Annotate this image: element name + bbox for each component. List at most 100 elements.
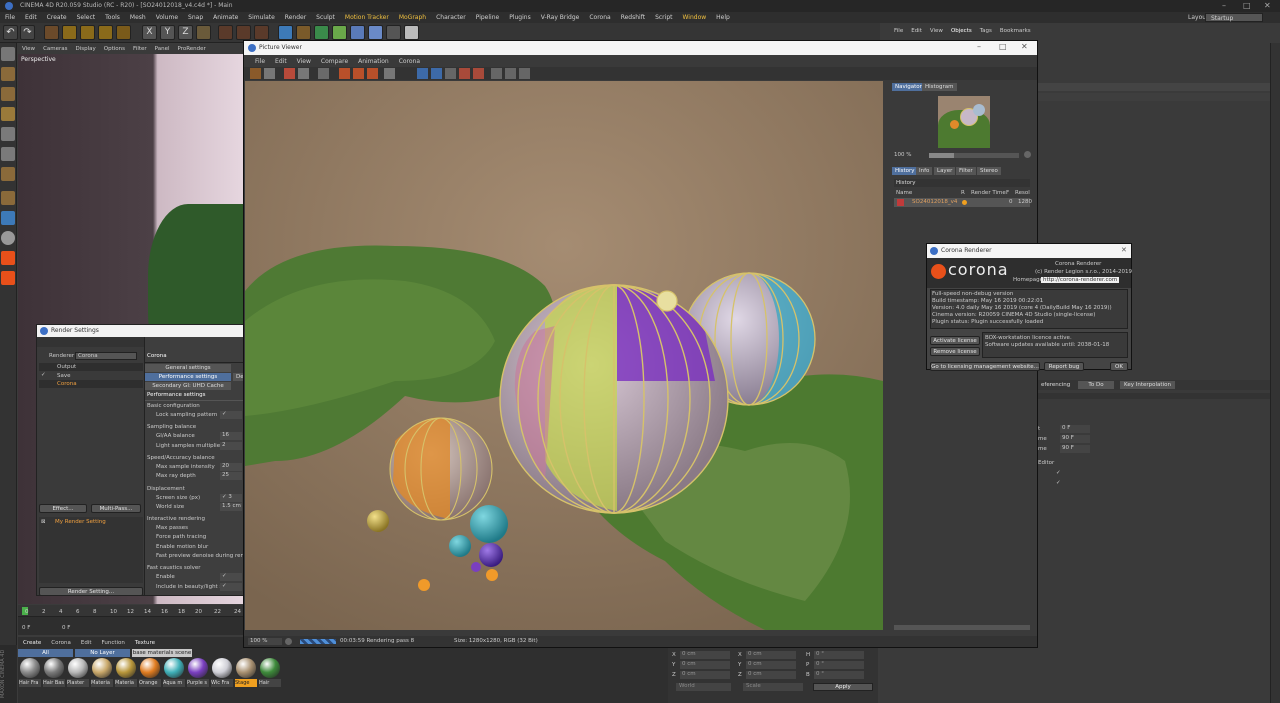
fit-view-icon[interactable] [417, 68, 428, 79]
layout-split-icon[interactable] [505, 68, 516, 79]
remove-license-button[interactable]: Remove license [930, 347, 980, 356]
render-setting-button[interactable]: Render Setting... [39, 587, 143, 596]
material-swatch[interactable]: Aqua m [163, 657, 185, 687]
redo-icon[interactable]: ↷ [20, 25, 35, 40]
edges-mode-icon[interactable] [1, 147, 15, 161]
om-menu-edit[interactable]: Edit [907, 28, 926, 34]
multipass-button[interactable]: Multi-Pass... [91, 504, 141, 513]
open-icon[interactable] [250, 68, 261, 79]
setting-value-field[interactable]: 2 [220, 441, 242, 450]
attr-field-start[interactable]: 0 F [1060, 425, 1090, 433]
menu-mograph[interactable]: MoGraph [394, 12, 431, 23]
material-swatch[interactable]: Purple s [187, 657, 209, 687]
save-icon[interactable] [264, 68, 275, 79]
material-swatch[interactable]: Wic Fra [211, 657, 233, 687]
camera-icon[interactable] [386, 25, 401, 40]
material-swatch[interactable]: Hair [259, 657, 281, 687]
history-scrollbar[interactable] [894, 625, 1030, 630]
menu-simulate[interactable]: Simulate [243, 12, 280, 23]
menu-sculpt[interactable]: Sculpt [311, 12, 340, 23]
save-checkbox[interactable]: ✓ [41, 372, 46, 378]
history-row[interactable]: SO24012018_v4 0 1280 [894, 198, 1032, 207]
activate-license-button[interactable]: Activate license [930, 336, 980, 345]
edit-render-settings-icon[interactable] [254, 25, 269, 40]
setting-value-field[interactable]: ✓ 3 [220, 493, 242, 502]
menu-pipeline[interactable]: Pipeline [471, 12, 504, 23]
tab-layer[interactable]: Layer [934, 167, 956, 175]
pen-icon[interactable] [296, 25, 311, 40]
pv-menu-corona[interactable]: Corona [394, 56, 425, 67]
minimize-icon[interactable]: – [1222, 1, 1226, 10]
pv-menu-file[interactable]: File [250, 56, 270, 67]
subdivision-icon[interactable] [314, 25, 329, 40]
timeline[interactable]: 0 2 4 6 8 10 12 14 16 18 20 22 24 0 F 0 … [18, 605, 244, 635]
channel-icon[interactable] [459, 68, 470, 79]
viewport-menu-filter[interactable]: Filter [129, 44, 151, 54]
coord-pos-z-field[interactable]: 0 cm [680, 671, 730, 679]
maximize-icon[interactable]: □ [1243, 1, 1251, 10]
coord-pos-x-field[interactable]: 0 cm [680, 651, 730, 659]
menu-help[interactable]: Help [711, 12, 735, 23]
menu-tools[interactable]: Tools [100, 12, 125, 23]
y-axis-icon[interactable]: Y [160, 25, 175, 40]
menu-plugins[interactable]: Plugins [504, 12, 536, 23]
navigator-zoom-step-icon[interactable] [1024, 151, 1031, 158]
attr-tab-referencing[interactable]: eferencing [1038, 381, 1073, 389]
ok-button[interactable]: OK [1110, 362, 1128, 371]
preset-checkbox[interactable]: ⊠ [41, 519, 46, 525]
menu-vray-bridge[interactable]: V-Ray Bridge [536, 12, 585, 23]
menu-animate[interactable]: Animate [208, 12, 243, 23]
region-icon[interactable] [318, 68, 329, 79]
om-menu-tags[interactable]: Tags [976, 28, 996, 34]
object-row[interactable] [1038, 83, 1270, 91]
viewport-menu-options[interactable]: Options [100, 44, 129, 54]
renderer-dropdown[interactable]: Corona [75, 352, 137, 360]
setting-value-field[interactable]: 1.5 cm [220, 502, 242, 511]
apply-button[interactable]: Apply [813, 683, 873, 691]
attr-checkbox[interactable]: ✓ [1056, 470, 1061, 476]
ipr-start-icon[interactable] [339, 68, 350, 79]
object-row[interactable] [1038, 93, 1270, 101]
layout-dropdown[interactable]: Startup [1205, 13, 1263, 22]
viewport-menu-cameras[interactable]: Cameras [39, 44, 71, 54]
coord-size-y-field[interactable]: 0 cm [746, 661, 796, 669]
report-bug-button[interactable]: Report bug [1044, 362, 1084, 371]
close-icon[interactable]: ✕ [1264, 1, 1271, 10]
tree-output[interactable]: Output [57, 364, 76, 370]
tab-history[interactable]: History [892, 167, 918, 175]
layout-quad-icon[interactable] [519, 68, 530, 79]
om-menu-file[interactable]: File [890, 28, 907, 34]
filter-all[interactable]: All [18, 649, 73, 657]
material-swatch[interactable]: Materia [115, 657, 137, 687]
menu-select[interactable]: Select [72, 12, 101, 23]
pv-menu-animation[interactable]: Animation [353, 56, 394, 67]
x-axis-icon[interactable]: X [142, 25, 157, 40]
attr-field-end[interactable]: 90 F [1060, 435, 1090, 443]
coord-pos-y-field[interactable]: 0 cm [680, 661, 730, 669]
model-mode-icon[interactable] [1, 67, 15, 81]
render-icon[interactable] [284, 68, 295, 79]
om-menu-bookmarks[interactable]: Bookmarks [996, 28, 1035, 34]
tab-histogram[interactable]: Histogram [922, 83, 957, 91]
material-swatch[interactable]: Plaster [67, 657, 89, 687]
viewport-menu-panel[interactable]: Panel [151, 44, 174, 54]
material-menu-corona[interactable]: Corona [46, 640, 76, 646]
menu-file[interactable]: File [0, 12, 20, 23]
light-icon[interactable] [404, 25, 419, 40]
menu-character[interactable]: Character [431, 12, 471, 23]
texture-mode-icon[interactable] [1, 87, 15, 101]
menu-volume[interactable]: Volume [151, 12, 183, 23]
tree-save[interactable]: Save [57, 373, 71, 379]
tab-dev[interactable]: Dev [233, 373, 243, 381]
menu-redshift[interactable]: Redshift [616, 12, 650, 23]
polygons-mode-icon[interactable] [1, 167, 15, 181]
scale-icon[interactable] [80, 25, 95, 40]
coord-scale-dropdown[interactable]: Scale [743, 683, 803, 691]
coordinate-system-icon[interactable] [196, 25, 211, 40]
coord-size-z-field[interactable]: 0 cm [746, 671, 796, 679]
navigator-thumbnail[interactable] [938, 96, 990, 148]
attr-checkbox[interactable]: ✓ [1056, 480, 1061, 486]
om-menu-view[interactable]: View [926, 28, 947, 34]
make-editable-icon[interactable] [1, 47, 15, 61]
navigator-zoom-slider[interactable] [929, 153, 1019, 158]
